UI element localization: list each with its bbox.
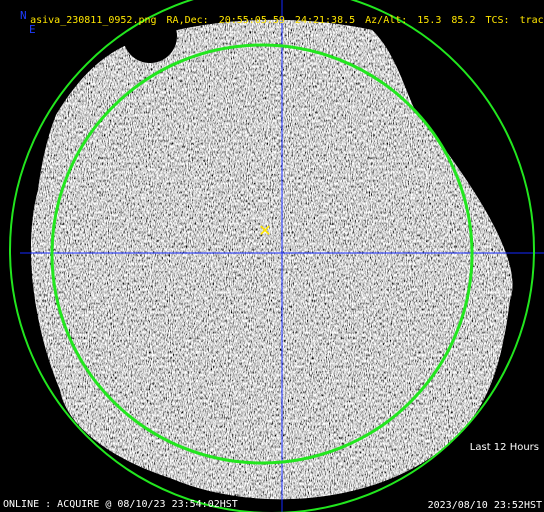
tcs-value: track [519,15,544,26]
allsky-camera-view: ✕ asiva_230811_0952.png RA,Dec: 20:55:05.5… [0,0,544,512]
dec-value: 24:21:38.5 [294,15,356,26]
status-line: ONLINE : ACQUIRE @ 08/10/23 23:54:02HST [3,499,238,510]
ra-value: 20:55:05.59 [218,15,285,26]
azalt-label: Az/Alt: [365,15,408,26]
radec-label: RA,Dec: [166,15,209,26]
compass-north-label: N [20,9,27,22]
compass-east-label: E [29,23,36,36]
allsky-image: ✕ [9,0,544,512]
alt-value: 85.2 [451,15,476,26]
header-bar: asiva_230811_0952.png RA,Dec: 20:55:05.59 2… [6,3,544,39]
image-timestamp: 2023/08/10 23:52HST [427,500,542,511]
tcs-label: TCS: [485,15,510,26]
image-filename: asiva_230811_0952.png [30,15,157,26]
az-value: 15.3 [417,15,442,26]
sky-image-area [30,19,513,500]
target-marker-icon: ✕ [258,221,271,240]
duration-label: Last 12 Hours [466,442,542,454]
